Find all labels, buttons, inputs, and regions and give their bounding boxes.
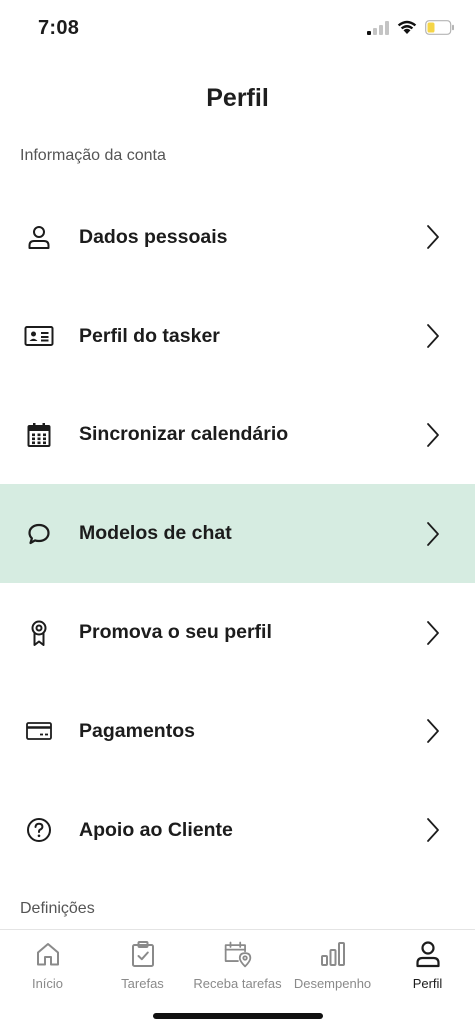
- tab-label: Tarefas: [121, 976, 164, 991]
- tab-home[interactable]: Início: [0, 930, 95, 1000]
- menu-item-label: Perfil do tasker: [79, 324, 220, 347]
- section-label-account-info: Informação da conta: [20, 147, 166, 164]
- menu-item-sync-calendar[interactable]: Sincronizar calendário: [0, 386, 475, 485]
- tab-tasks[interactable]: Tarefas: [95, 930, 190, 1000]
- menu-item-label: Apoio ao Cliente: [79, 818, 233, 841]
- calendar-icon: [24, 420, 54, 450]
- menu-item-chat-templates[interactable]: Modelos de chat: [0, 484, 475, 584]
- menu-item-label: Sincronizar calendário: [79, 423, 289, 446]
- bar-chart-icon: [318, 938, 348, 970]
- tab-label: Receba tarefas: [193, 976, 282, 991]
- chevron-right-icon: [425, 717, 441, 745]
- status-icons: [367, 20, 455, 40]
- menu-item-customer-support[interactable]: Apoio ao Cliente: [0, 781, 475, 880]
- chevron-right-icon: [425, 421, 441, 449]
- status-bar: 7:08: [0, 0, 475, 58]
- page-title: Perfil: [206, 84, 269, 112]
- chat-bubble-icon: [24, 519, 54, 549]
- menu-item-payments[interactable]: Pagamentos: [0, 682, 475, 781]
- credit-card-icon: [24, 716, 54, 746]
- menu-item-personal-data[interactable]: Dados pessoais: [0, 188, 475, 287]
- tab-performance[interactable]: Desempenho: [285, 930, 380, 1000]
- chevron-right-icon: [425, 816, 441, 844]
- chevron-right-icon: [425, 223, 441, 251]
- tab-bar: Início Tarefas Receba tarefas Desempenho…: [0, 929, 475, 1029]
- menu-item-label: Promova o seu perfil: [79, 621, 272, 644]
- cellular-signal-icon: [367, 20, 389, 40]
- status-time: 7:08: [38, 17, 80, 39]
- profile-menu: Dados pessoais Perfil do tasker Sincroni…: [0, 188, 475, 880]
- tab-label: Desempenho: [293, 976, 372, 991]
- tab-label: Início: [31, 976, 64, 991]
- tab-profile[interactable]: Perfil: [380, 930, 475, 1000]
- menu-item-tasker-profile[interactable]: Perfil do tasker: [0, 287, 475, 386]
- chevron-right-icon: [425, 619, 441, 647]
- calendar-location-icon: [223, 938, 253, 970]
- home-icon: [33, 938, 63, 970]
- clipboard-check-icon: [128, 938, 158, 970]
- tab-label: Perfil: [412, 976, 443, 991]
- home-indicator: [153, 1013, 323, 1019]
- chevron-right-icon: [425, 322, 441, 350]
- id-card-icon: [24, 321, 54, 351]
- award-ribbon-icon: [24, 618, 54, 648]
- wifi-icon: [397, 20, 417, 40]
- help-circle-icon: [24, 815, 54, 845]
- tab-receive-tasks[interactable]: Receba tarefas: [190, 930, 285, 1000]
- menu-item-label: Dados pessoais: [79, 225, 228, 248]
- person-icon: [24, 222, 54, 252]
- menu-item-promote-profile[interactable]: Promova o seu perfil: [0, 583, 475, 682]
- chevron-right-icon: [425, 520, 441, 548]
- person-icon: [413, 938, 443, 970]
- battery-icon: [425, 20, 455, 40]
- section-label-settings: Definições: [20, 900, 95, 917]
- menu-item-label: Pagamentos: [79, 719, 195, 742]
- menu-item-label: Modelos de chat: [79, 522, 232, 545]
